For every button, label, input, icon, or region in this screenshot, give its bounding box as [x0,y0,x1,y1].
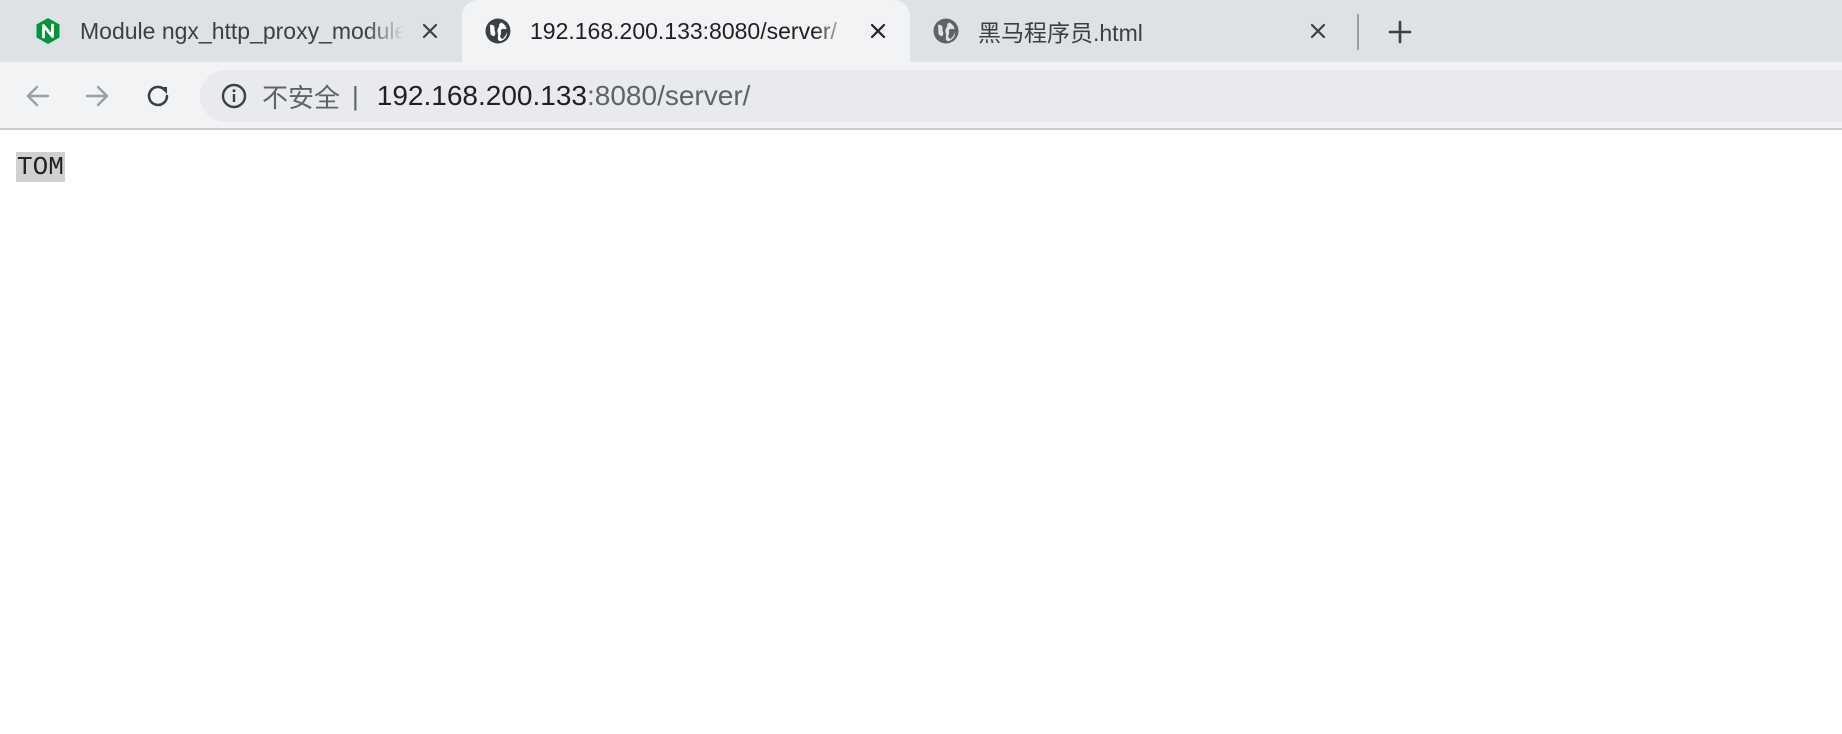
address-bar[interactable]: 不安全 | 192.168.200.133:8080/server/ [200,70,1842,122]
url-path: :8080/server/ [587,80,751,111]
tab-server-page[interactable]: 192.168.200.133:8080/server/ [462,0,910,62]
close-tab-icon[interactable] [416,17,444,45]
close-tab-icon[interactable] [1304,17,1332,45]
globe-icon [484,17,512,45]
reload-button[interactable] [140,78,176,114]
security-status-label[interactable]: 不安全 [262,78,340,115]
url-host: 192.168.200.133 [376,80,587,111]
info-icon[interactable] [220,82,248,110]
page-content: TOM [0,130,1842,734]
tab-title: Module ngx_http_proxy_module [80,17,404,44]
forward-button[interactable] [79,78,115,114]
tab-strip: Module ngx_http_proxy_module 192.168.200… [0,0,1842,62]
omnibox-separator: | [352,80,359,111]
tab-divider [1357,14,1359,50]
page-body-text: TOM [16,152,65,182]
nginx-n-icon [34,17,62,45]
url-text[interactable]: 192.168.200.133:8080/server/ [377,80,751,112]
tab-heima-html[interactable]: 黑马程序员.html [910,0,1350,62]
tab-title: 192.168.200.133:8080/server/ [530,17,837,44]
globe-icon [932,17,960,45]
plus-icon [1388,20,1412,44]
close-tab-icon[interactable] [864,17,892,45]
reload-icon [147,85,169,107]
back-button[interactable] [20,78,56,114]
arrow-left-icon [26,85,50,107]
tab-title: 黑马程序员.html [978,20,1143,46]
browser-toolbar: 不安全 | 192.168.200.133:8080/server/ [0,62,1842,130]
tab-nginx-docs[interactable]: Module ngx_http_proxy_module [0,0,462,62]
new-tab-button[interactable] [1382,14,1418,50]
arrow-right-icon [85,85,109,107]
